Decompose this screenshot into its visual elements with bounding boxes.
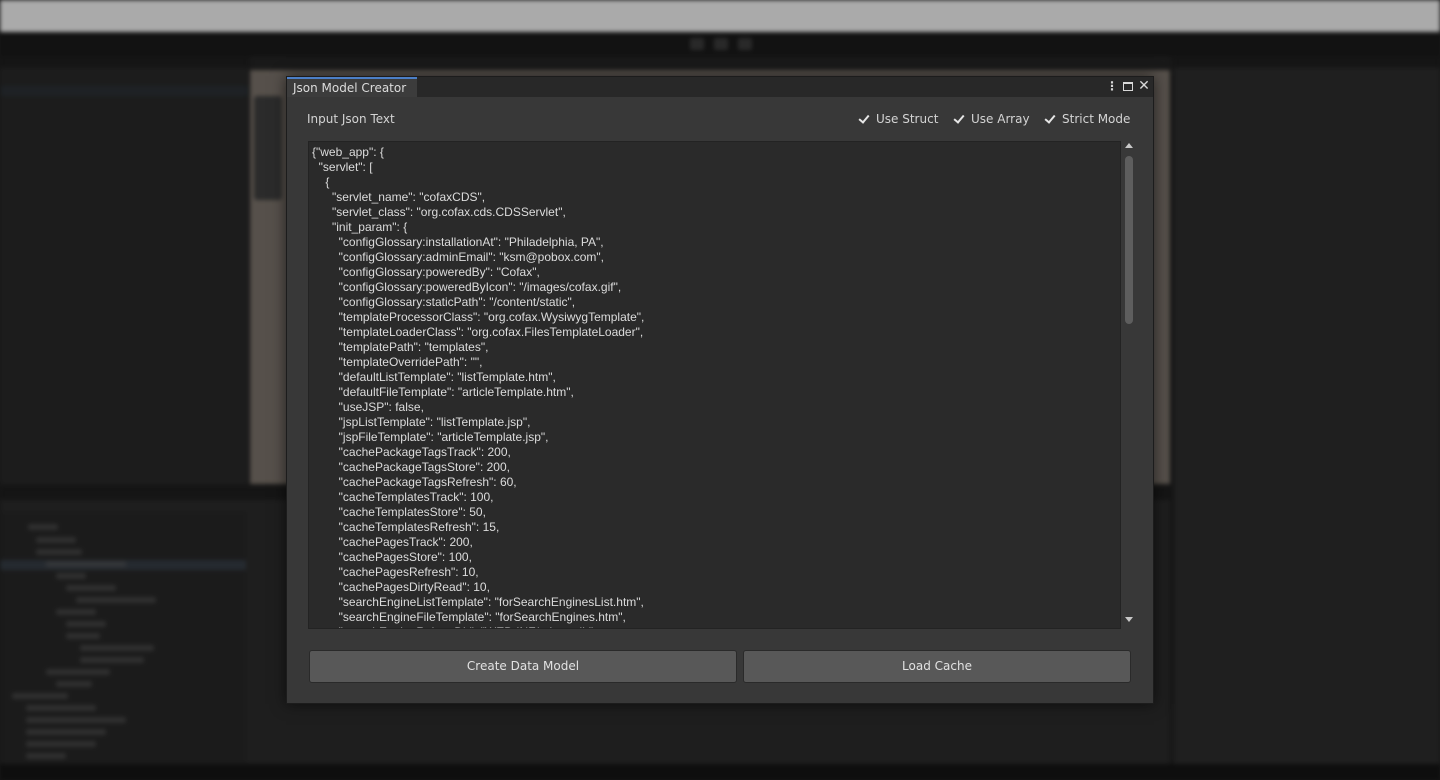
json-text-content: {"web_app": { "servlet": [ { "servlet_na… [312, 145, 645, 628]
create-data-model-button[interactable]: Create Data Model [309, 650, 737, 683]
checkmark-icon[interactable] [1043, 113, 1056, 126]
use-struct-label: Use Struct [876, 112, 939, 126]
checkmark-icon[interactable] [857, 113, 870, 126]
checkmark-icon[interactable] [952, 113, 965, 126]
use-array-label: Use Array [971, 112, 1030, 126]
window-tab-bar: Json Model Creator ⋮ ✕ [287, 77, 1153, 97]
use-struct-toggle[interactable]: Use Struct [857, 111, 938, 127]
vertical-scrollbar[interactable] [1123, 141, 1135, 629]
window-tab[interactable]: Json Model Creator [287, 77, 417, 97]
scroll-down-arrow-icon[interactable] [1125, 617, 1133, 622]
strict-mode-toggle[interactable]: Strict Mode [1043, 111, 1130, 127]
close-icon[interactable]: ✕ [1137, 79, 1151, 93]
json-model-creator-window: Json Model Creator ⋮ ✕ Input Json Text U… [286, 76, 1154, 704]
maximize-icon[interactable] [1121, 79, 1135, 93]
strict-mode-label: Strict Mode [1062, 112, 1131, 126]
load-cache-button[interactable]: Load Cache [743, 650, 1131, 683]
json-text-area[interactable]: {"web_app": { "servlet": [ { "servlet_na… [308, 141, 1121, 629]
use-array-toggle[interactable]: Use Array [952, 111, 1030, 127]
scroll-thumb[interactable] [1125, 156, 1133, 324]
input-json-label: Input Json Text [307, 112, 395, 126]
kebab-menu-icon[interactable]: ⋮ [1105, 79, 1119, 93]
scroll-up-arrow-icon[interactable] [1125, 143, 1133, 148]
